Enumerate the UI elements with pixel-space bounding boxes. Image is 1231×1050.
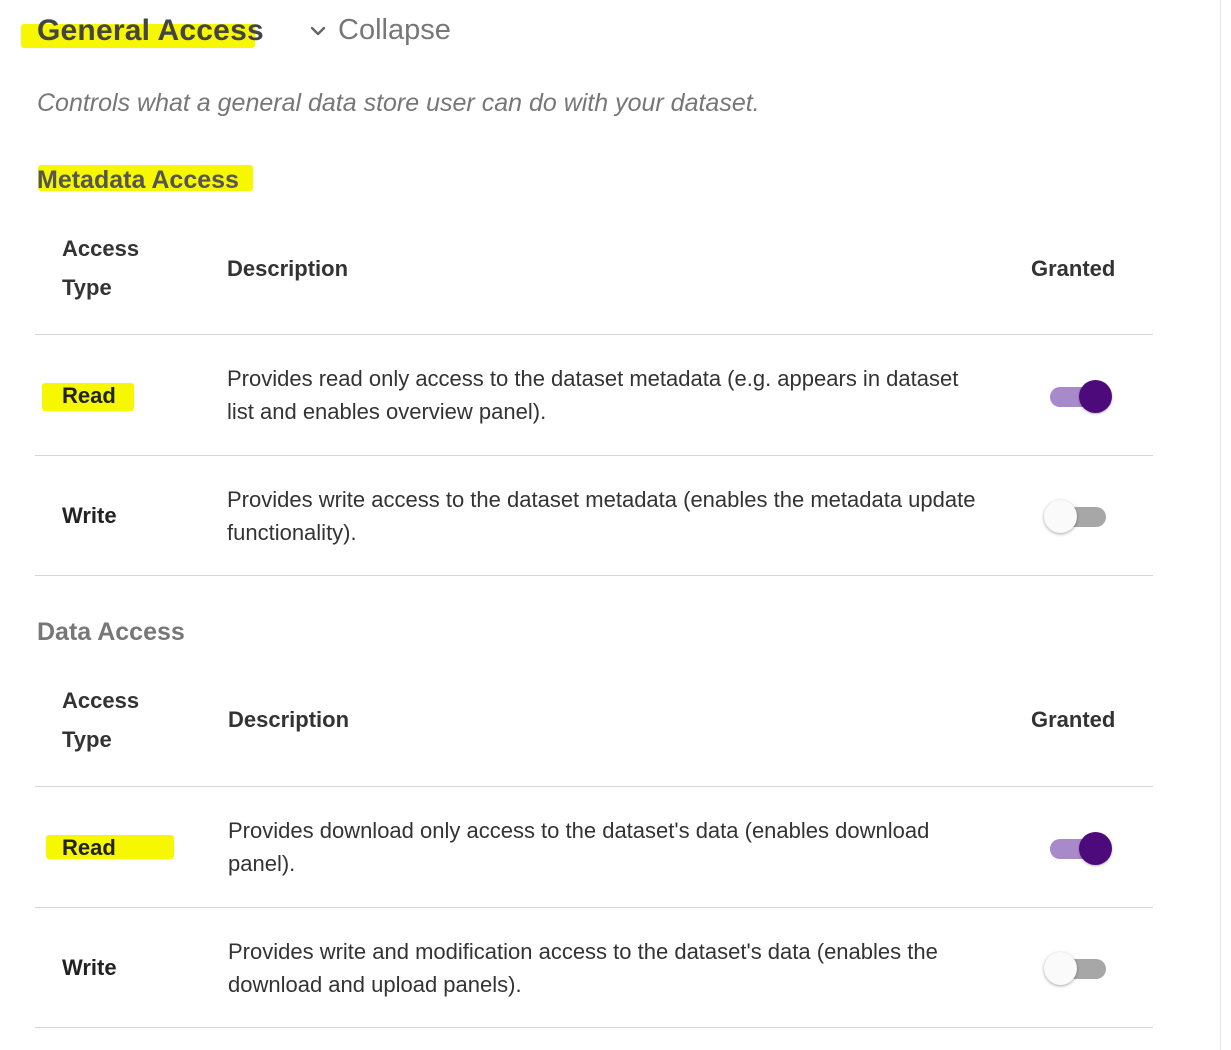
table-divider: [35, 907, 1153, 908]
metadata-read-granted-toggle[interactable]: [1050, 378, 1112, 414]
col-header-line: Type: [62, 727, 112, 752]
page-title: General Access: [37, 14, 264, 47]
chevron-down-icon: [310, 26, 326, 35]
data-access-heading: Data Access: [37, 618, 185, 646]
toggle-thumb: [1044, 500, 1077, 533]
data-row-read-type: Read: [62, 835, 116, 860]
data-row-read-description: Provides download only access to the dat…: [228, 818, 930, 876]
metadata-row-write-description: Provides write access to the dataset met…: [227, 487, 976, 545]
table-divider: [35, 1027, 1153, 1028]
metadata-col-access-type: Access Type: [62, 229, 139, 307]
section-description: Controls what a general data store user …: [37, 89, 760, 117]
data-write-granted-toggle[interactable]: [1044, 950, 1110, 986]
metadata-write-granted-toggle[interactable]: [1044, 498, 1110, 534]
data-row-write-description: Provides write and modification access t…: [228, 939, 938, 997]
data-row-write-type: Write: [62, 955, 117, 980]
metadata-row-read-type: Read: [62, 383, 116, 408]
table-divider: [35, 455, 1153, 456]
metadata-row-write-type: Write: [62, 503, 117, 528]
data-read-granted-toggle[interactable]: [1050, 830, 1112, 866]
table-divider: [35, 575, 1153, 576]
collapse-button[interactable]: Collapse: [308, 14, 451, 47]
metadata-col-description: Description: [227, 256, 349, 281]
table-divider: [35, 786, 1153, 787]
page-right-border: [1220, 0, 1221, 1050]
col-header-line: Access: [62, 236, 140, 261]
data-col-granted: Granted: [1031, 707, 1116, 732]
collapse-label: Collapse: [338, 14, 451, 46]
metadata-col-granted: Granted: [1031, 256, 1116, 281]
metadata-row-read-description: Provides read only access to the dataset…: [227, 366, 959, 424]
col-header-line: Access: [62, 688, 140, 713]
toggle-thumb: [1079, 832, 1112, 865]
data-col-access-type: Access Type: [62, 681, 139, 759]
data-col-description: Description: [228, 707, 350, 732]
col-header-line: Type: [62, 275, 112, 300]
toggle-thumb: [1079, 380, 1112, 413]
toggle-thumb: [1044, 952, 1077, 985]
metadata-access-heading: Metadata Access: [37, 166, 239, 194]
table-divider: [35, 334, 1153, 335]
